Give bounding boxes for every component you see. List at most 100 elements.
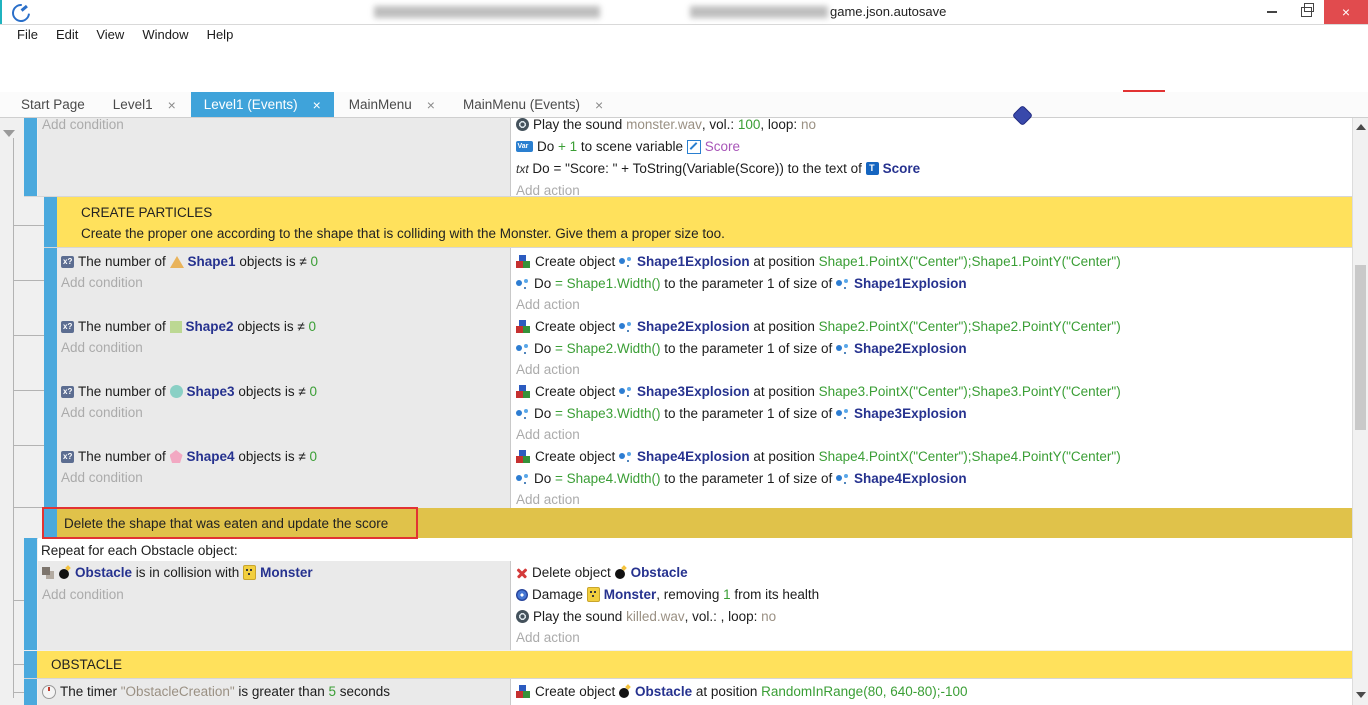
text-segment: 0 — [310, 384, 318, 399]
add-condition-placeholder[interactable]: Add condition — [61, 402, 143, 423]
bomb-icon — [619, 685, 631, 698]
text-segment: = Shape2.Width() — [555, 341, 660, 356]
particle-icon — [836, 277, 850, 290]
text-segment: Delete object — [532, 565, 615, 580]
action-line[interactable]: Do = Shape1.Width() to the parameter 1 o… — [516, 273, 967, 294]
comment-obstacle[interactable] — [37, 651, 1352, 678]
restore-button[interactable] — [1290, 0, 1322, 24]
text-segment: txt — [516, 162, 529, 176]
tab-level1[interactable]: Level1 × — [100, 92, 189, 117]
text-segment: The timer — [60, 684, 121, 699]
scroll-up-icon[interactable] — [1356, 124, 1366, 130]
collapse-arrow-icon[interactable] — [3, 130, 15, 137]
object-count-icon — [61, 256, 74, 268]
condition-line[interactable]: The timer "ObstacleCreation" is greater … — [42, 681, 390, 702]
action-line[interactable]: Play the sound monster.wav, vol.: 100, l… — [516, 118, 816, 135]
condition-line[interactable]: The number of Shape3 objects is ≠ 0 — [61, 381, 317, 402]
menu-view[interactable]: View — [87, 27, 133, 42]
tab-level1-events[interactable]: Level1 (Events) × — [191, 92, 334, 117]
particle-icon — [619, 320, 633, 333]
action-line[interactable]: txt Do = "Score: " + ToString(Variable(S… — [516, 158, 920, 179]
tree-line — [13, 664, 24, 665]
redacted-title-text — [374, 6, 600, 18]
monster-icon — [587, 587, 600, 602]
text-segment: 100 — [738, 118, 761, 132]
vertical-scrollbar[interactable] — [1352, 118, 1368, 705]
tab-mainmenu-events[interactable]: MainMenu (Events)× — [450, 92, 616, 117]
scroll-down-icon[interactable] — [1356, 692, 1366, 698]
scrollbar-thumb[interactable] — [1355, 265, 1366, 430]
close-button[interactable]: × — [1324, 0, 1368, 24]
condition-action-divider — [510, 248, 511, 313]
add-condition-placeholder[interactable]: Add condition — [61, 467, 143, 488]
action-line[interactable]: Do + 1 to scene variable Score — [516, 136, 740, 157]
action-line[interactable]: Create object Shape3Explosion at positio… — [516, 381, 1121, 402]
tab-label: Level1 — [113, 97, 153, 112]
variable-icon — [516, 141, 533, 152]
condition-line[interactable]: Obstacle is in collision with Monster — [42, 562, 313, 583]
add-action-placeholder[interactable]: Add action — [516, 359, 580, 380]
event-indent-bar — [24, 679, 37, 705]
event-indent-bar — [24, 118, 37, 196]
text-segment: objects is — [234, 319, 298, 334]
add-action-placeholder[interactable]: Add action — [516, 424, 580, 445]
action-line[interactable]: Create object Obstacle at position Rando… — [516, 681, 968, 702]
events-sheet: Add condition Play the sound monster.wav… — [0, 118, 1368, 705]
text-segment: Do — [534, 406, 555, 421]
text-segment: Play the sound — [533, 609, 626, 624]
text-segment: = Shape4.Width() — [555, 471, 660, 486]
menu-file[interactable]: File — [8, 27, 47, 42]
monster-icon — [243, 565, 256, 580]
condition-action-divider — [510, 679, 511, 705]
text-segment: The number of — [78, 384, 170, 399]
add-condition-placeholder[interactable]: Add condition — [61, 337, 143, 358]
text-segment: RandomInRange(80, 640-80);-100 — [761, 684, 967, 699]
add-action-placeholder[interactable]: Add action — [516, 489, 580, 510]
condition-line[interactable]: The number of Shape2 objects is ≠ 0 — [61, 316, 316, 337]
add-condition-placeholder[interactable]: Add condition — [42, 584, 124, 605]
tab-close-icon[interactable]: × — [168, 97, 176, 113]
tab-mainmenu[interactable]: MainMenu × — [336, 92, 448, 117]
text-segment: Score — [883, 161, 921, 176]
text-segment: Damage — [532, 587, 587, 602]
shape2-icon — [170, 321, 182, 333]
text-segment: Create object — [535, 319, 619, 334]
menu-edit[interactable]: Edit — [47, 27, 87, 42]
particle-icon — [516, 277, 530, 290]
text-segment: Shape2.PointX("Center");Shape2.PointY("C… — [819, 319, 1121, 334]
action-line[interactable]: Create object Shape2Explosion at positio… — [516, 316, 1121, 337]
menu-window[interactable]: Window — [133, 27, 197, 42]
text-segment: no — [801, 118, 816, 132]
action-line[interactable]: Play the sound killed.wav, vol.: , loop:… — [516, 606, 776, 627]
action-line[interactable]: Do = Shape2.Width() to the parameter 1 o… — [516, 338, 967, 359]
restore-icon — [1301, 7, 1312, 17]
tab-close-icon[interactable]: × — [595, 97, 603, 113]
action-line[interactable]: Do = Shape4.Width() to the parameter 1 o… — [516, 468, 967, 489]
bomb-icon — [615, 566, 627, 579]
tab-label: MainMenu — [349, 97, 412, 112]
tab-close-icon[interactable]: × — [313, 97, 321, 113]
action-line[interactable]: Do = Shape3.Width() to the parameter 1 o… — [516, 403, 967, 424]
action-line[interactable]: Create object Shape1Explosion at positio… — [516, 251, 1121, 272]
action-line[interactable]: Delete object Obstacle — [516, 562, 688, 583]
add-action-placeholder[interactable]: Add action — [516, 627, 580, 648]
add-condition-placeholder[interactable]: Add condition — [61, 272, 143, 293]
tab-label: Level1 (Events) — [204, 97, 298, 112]
minimize-button[interactable] — [1256, 0, 1288, 24]
action-line[interactable]: Create object Shape4Explosion at positio… — [516, 446, 1121, 467]
menu-help[interactable]: Help — [198, 27, 243, 42]
action-line[interactable]: Damage Monster, removing 1 from its heal… — [516, 584, 819, 605]
condition-line[interactable]: The number of Shape1 objects is ≠ 0 — [61, 251, 318, 272]
tab-start-page[interactable]: Start Page — [8, 92, 98, 117]
particle-icon — [516, 407, 530, 420]
condition-line[interactable]: The number of Shape4 objects is ≠ 0 — [61, 446, 317, 467]
text-segment: Do — [534, 341, 555, 356]
tab-close-icon[interactable]: × — [427, 97, 435, 113]
tree-line — [13, 445, 44, 446]
add-action-placeholder[interactable]: Add action — [516, 294, 580, 315]
text-segment: 0 — [310, 449, 318, 464]
add-condition-placeholder[interactable]: Add condition — [42, 118, 124, 135]
repeat-event-header[interactable]: Repeat for each Obstacle object: — [41, 540, 238, 561]
particle-icon — [619, 385, 633, 398]
text-segment: monster.wav — [626, 118, 702, 132]
